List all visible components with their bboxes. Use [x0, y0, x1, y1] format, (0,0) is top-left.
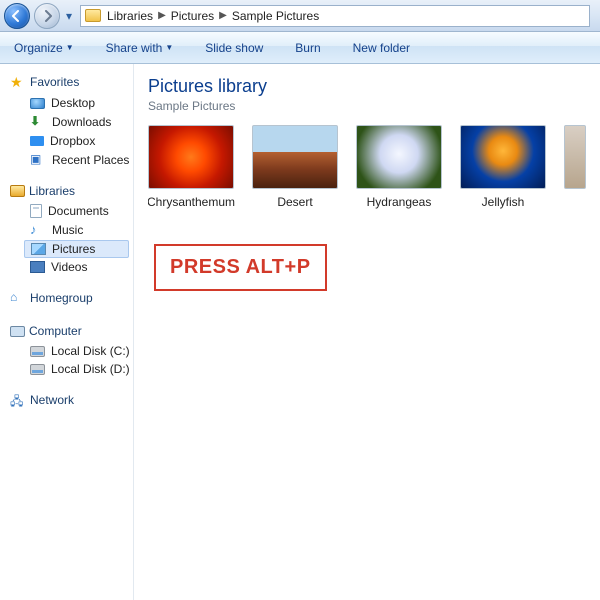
nav-group-label: Network	[30, 393, 74, 407]
folder-icon	[85, 9, 101, 22]
slideshow-button[interactable]: Slide show	[201, 38, 267, 58]
organize-button[interactable]: Organize ▼	[10, 38, 78, 58]
share-with-button[interactable]: Share with ▼	[102, 38, 178, 58]
address-bar[interactable]: Libraries▶ Pictures▶ Sample Pictures	[80, 5, 590, 27]
nav-group-computer[interactable]: Computer	[0, 320, 133, 342]
burn-button[interactable]: Burn	[291, 38, 324, 58]
nav-back-button[interactable]	[4, 3, 30, 29]
nav-item-desktop[interactable]: Desktop	[0, 94, 133, 112]
thumbnail-image	[252, 125, 338, 189]
breadcrumb-seg[interactable]: Pictures	[171, 9, 214, 23]
thumbnail-image	[564, 125, 586, 189]
file-name: Chrysanthemum	[148, 195, 235, 209]
library-title: Pictures library	[148, 76, 586, 97]
nav-item-downloads[interactable]: ⬇Downloads	[0, 112, 133, 132]
nav-forward-button[interactable]	[34, 3, 60, 29]
nav-item-recent-places[interactable]: ▣Recent Places	[0, 150, 133, 170]
pictures-icon	[31, 243, 46, 255]
command-toolbar: Organize ▼ Share with ▼ Slide show Burn …	[0, 32, 600, 64]
nav-history-dropdown[interactable]: ▾	[64, 9, 74, 23]
computer-icon	[10, 326, 25, 337]
dropbox-icon	[30, 136, 44, 146]
recent-places-icon: ▣	[30, 152, 46, 168]
chevron-right-icon: ▶	[214, 10, 232, 21]
nav-group-label: Favorites	[30, 75, 79, 89]
nav-group-label: Homegroup	[30, 291, 93, 305]
breadcrumb-seg[interactable]: Libraries	[107, 9, 153, 23]
videos-icon	[30, 261, 45, 273]
music-icon: ♪	[30, 222, 46, 238]
download-icon: ⬇	[30, 114, 46, 130]
documents-icon	[30, 204, 42, 218]
nav-item-disk-d[interactable]: Local Disk (D:)	[0, 360, 133, 378]
thumbnail-grid: Chrysanthemum Desert Hydrangeas Jellyfis…	[148, 125, 586, 209]
file-name: Hydrangeas	[367, 195, 432, 209]
new-folder-button[interactable]: New folder	[349, 38, 414, 58]
instruction-overlay: PRESS ALT+P	[154, 244, 327, 291]
disk-icon	[30, 346, 45, 357]
nav-item-videos[interactable]: Videos	[0, 258, 133, 276]
nav-item-dropbox[interactable]: Dropbox	[0, 132, 133, 150]
breadcrumb-seg[interactable]: Sample Pictures	[232, 9, 319, 23]
file-item-chrysanthemum[interactable]: Chrysanthemum	[148, 125, 234, 209]
file-item-desert[interactable]: Desert	[252, 125, 338, 209]
nav-group-favorites[interactable]: ★ Favorites	[0, 70, 133, 94]
nav-item-disk-c[interactable]: Local Disk (C:)	[0, 342, 133, 360]
file-name: Jellyfish	[482, 195, 525, 209]
thumbnail-image	[148, 125, 234, 189]
library-subtitle: Sample Pictures	[148, 99, 586, 113]
chevron-down-icon: ▼	[165, 43, 173, 52]
file-item-jellyfish[interactable]: Jellyfish	[460, 125, 546, 209]
nav-group-network[interactable]: 🖧 Network	[0, 388, 133, 412]
file-item-hydrangeas[interactable]: Hydrangeas	[356, 125, 442, 209]
navigation-pane: ★ Favorites Desktop ⬇Downloads Dropbox ▣…	[0, 64, 134, 600]
homegroup-icon: ⌂	[10, 290, 26, 306]
chevron-right-icon: ▶	[153, 10, 171, 21]
nav-group-label: Computer	[29, 324, 82, 338]
nav-item-pictures[interactable]: Pictures	[24, 240, 129, 258]
content-pane: Pictures library Sample Pictures Chrysan…	[134, 64, 600, 600]
thumbnail-image	[460, 125, 546, 189]
thumbnail-image	[356, 125, 442, 189]
address-bar-row: ▾ Libraries▶ Pictures▶ Sample Pictures	[0, 0, 600, 32]
nav-item-documents[interactable]: Documents	[0, 202, 133, 220]
breadcrumb[interactable]: Libraries▶ Pictures▶ Sample Pictures	[107, 9, 319, 23]
file-item-partial[interactable]	[564, 125, 586, 189]
nav-group-homegroup[interactable]: ⌂ Homegroup	[0, 286, 133, 310]
nav-item-music[interactable]: ♪Music	[0, 220, 133, 240]
file-name: Desert	[277, 195, 312, 209]
network-icon: 🖧	[10, 392, 26, 408]
libraries-icon	[10, 185, 25, 197]
star-icon: ★	[10, 74, 26, 90]
chevron-down-icon: ▼	[66, 43, 74, 52]
nav-group-libraries[interactable]: Libraries	[0, 180, 133, 202]
disk-icon	[30, 364, 45, 375]
nav-group-label: Libraries	[29, 184, 75, 198]
desktop-icon	[30, 98, 45, 109]
